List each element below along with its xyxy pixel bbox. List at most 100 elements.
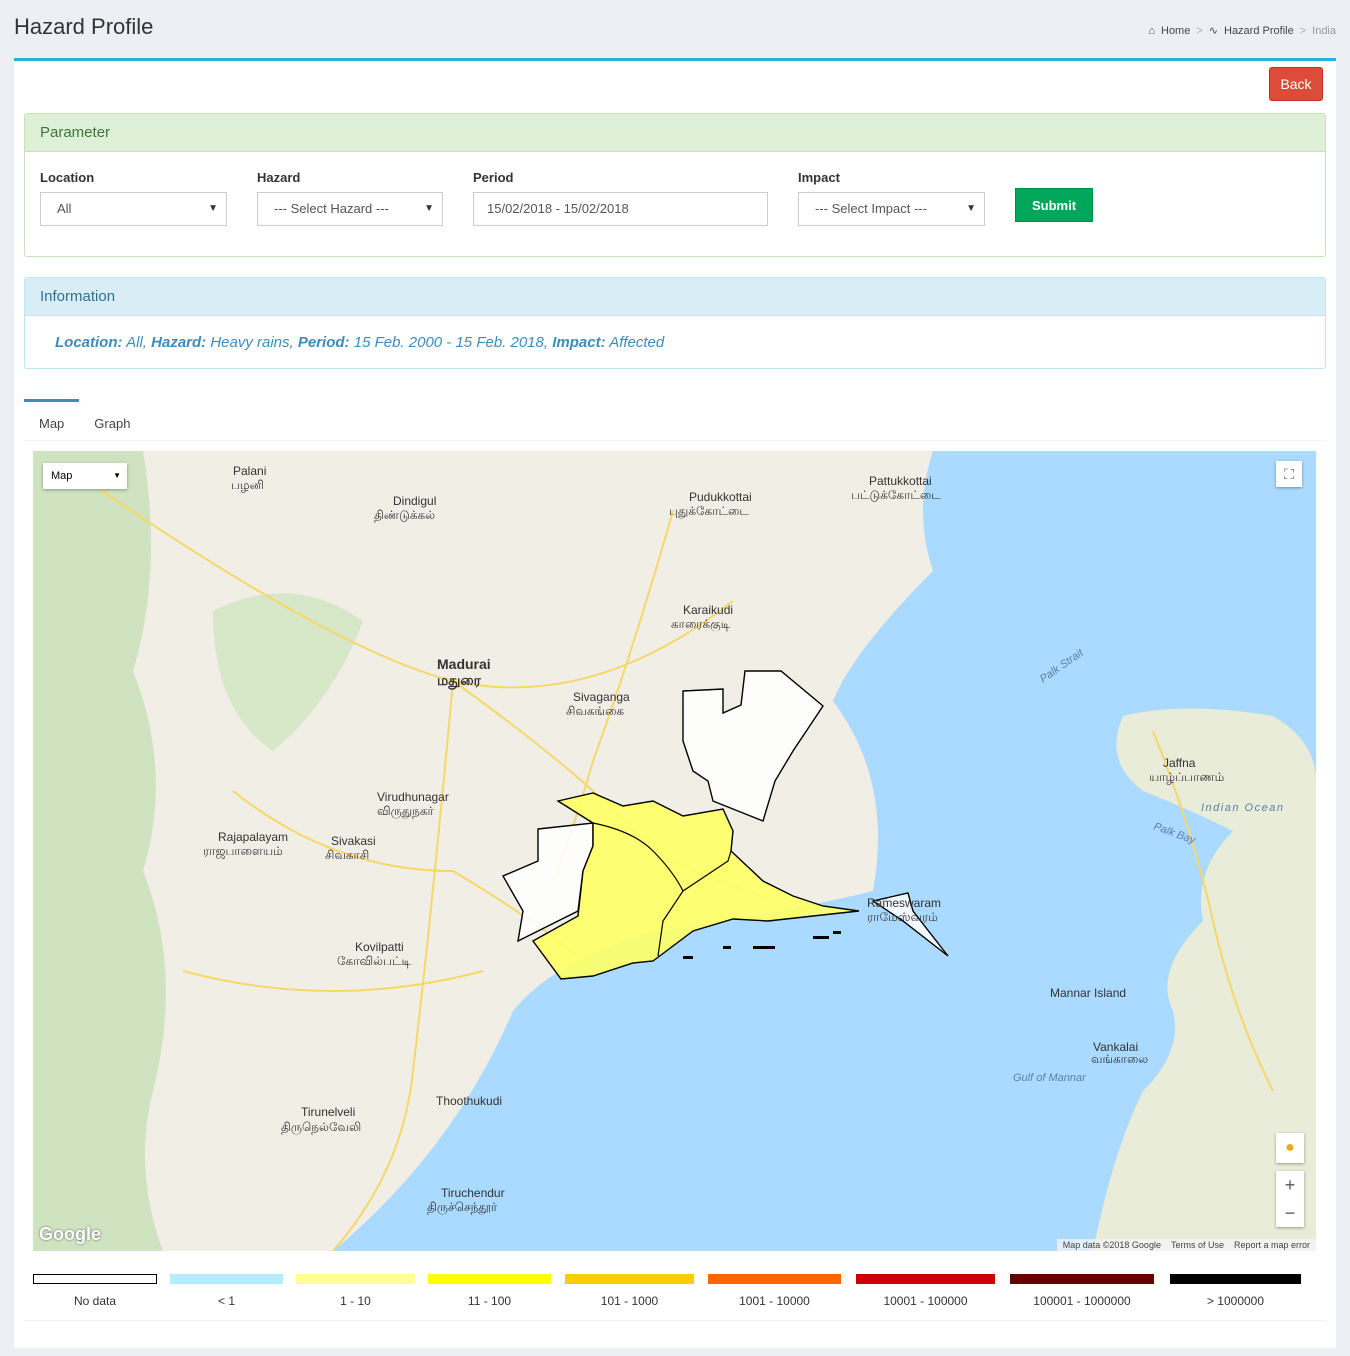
place-label-virudhunagar-ta: விருதுநகர் [377, 804, 435, 819]
terms-link[interactable]: Terms of Use [1171, 1240, 1224, 1250]
impact-select[interactable]: --- Select Impact --- ▼ [798, 192, 985, 226]
google-logo: Google [39, 1224, 101, 1244]
legend-swatch [428, 1274, 551, 1284]
period-value: 15/02/2018 - 15/02/2018 [487, 201, 629, 216]
information-heading: Information [25, 278, 1325, 316]
parameter-panel: Parameter Location All ▼ Hazard --- Sele… [24, 113, 1326, 257]
place-label-mannar: Mannar Island [1050, 986, 1126, 1000]
place-label-kovilpatti-ta: கோவில்பட்டி [337, 954, 412, 968]
place-label-karaikudi: Karaikudi [683, 603, 733, 617]
place-label-rameswaram: Rameswaram [867, 896, 941, 910]
map-type-select[interactable]: Map ▼ [43, 463, 127, 489]
place-label-dindigul: Dindigul [393, 494, 436, 508]
place-label-pudukkottai: Pudukkottai [689, 490, 752, 504]
hazard-map[interactable]: Palani பழனி Dindigul திண்டுக்கல் Madurai… [33, 451, 1316, 1251]
legend-swatch [1170, 1274, 1301, 1284]
back-button[interactable]: Back [1269, 67, 1323, 101]
legend-label: No data [73, 1294, 117, 1308]
legend-item: No data [33, 1274, 157, 1308]
impact-label: Impact [798, 170, 840, 185]
breadcrumb: ⌂ Home > ∿ Hazard Profile > India [1148, 24, 1336, 38]
place-label-madurai-ta: மதுரை [437, 672, 482, 689]
impact-field: Impact --- Select Impact --- ▼ [798, 170, 985, 226]
place-label-palani-ta: பழனி [231, 478, 264, 492]
legend-swatch [708, 1274, 841, 1284]
caret-down-icon: ▼ [966, 203, 976, 214]
information-panel: Information Location: All, Hazard: Heavy… [24, 277, 1326, 369]
legend-swatch [33, 1274, 157, 1284]
location-value: All [57, 201, 72, 216]
legend-swatch [565, 1274, 694, 1284]
legend-swatch [296, 1274, 415, 1284]
fullscreen-icon[interactable]: ⛶ [1276, 461, 1302, 487]
info-impact-value: Affected [609, 334, 665, 351]
caret-down-icon: ▼ [424, 203, 434, 214]
legend-item: > 1000000 [1170, 1274, 1301, 1308]
info-location-value: All, [126, 334, 147, 351]
place-label-sivaganga-ta: சிவகங்கை [566, 704, 624, 718]
tab-graph[interactable]: Graph [79, 399, 145, 441]
water-label-gulf-of-mannar: Gulf of Mannar [1013, 1072, 1087, 1084]
place-label-pattukkottai: Pattukkottai [869, 474, 932, 488]
place-label-madurai: Madurai [437, 656, 491, 672]
view-tabs: Map Graph [24, 399, 1326, 441]
legend-item: 10001 - 100000 [856, 1274, 995, 1308]
place-label-rameswaram-ta: ராமேஸ்வரம் [867, 910, 938, 924]
place-label-vankalai-ta: வங்காலை [1091, 1052, 1148, 1066]
legend-label: 1001 - 10000 [739, 1294, 810, 1308]
legend-label: 101 - 1000 [600, 1294, 659, 1308]
place-label-virudhunagar: Virudhunagar [377, 790, 449, 804]
legend-label: 1 - 10 [340, 1294, 371, 1308]
place-label-pattukkottai-ta: பட்டுக்கோட்டை [851, 488, 941, 502]
location-field: Location All ▼ [40, 170, 227, 226]
breadcrumb-hazard-profile[interactable]: Hazard Profile [1224, 25, 1294, 37]
place-label-palani: Palani [233, 464, 266, 478]
zoom-out-button[interactable]: − [1276, 1199, 1304, 1227]
legend-item: 1 - 10 [296, 1274, 415, 1308]
submit-button[interactable]: Submit [1015, 188, 1093, 222]
legend-swatch [856, 1274, 995, 1284]
place-label-tirunelveli: Tirunelveli [301, 1105, 355, 1119]
legend-label: < 1 [217, 1294, 235, 1308]
legend-item: 1001 - 10000 [708, 1274, 841, 1308]
legend-swatch [170, 1274, 283, 1284]
report-error-link[interactable]: Report a map error [1234, 1240, 1310, 1250]
place-label-tiruchendur-ta: திருச்செந்தூர் [427, 1200, 498, 1215]
place-label-jaffna: Jaffna [1163, 756, 1196, 770]
legend-label: 11 - 100 [467, 1294, 512, 1308]
water-label-indian-ocean: Indian Ocean [1201, 802, 1284, 814]
place-label-rajapalayam-ta: ராஜபாளையம் [203, 844, 283, 859]
info-impact-key: Impact: [552, 334, 606, 351]
legend-swatch [1010, 1274, 1154, 1284]
tab-map[interactable]: Map [24, 399, 80, 441]
legend-label: 10001 - 100000 [883, 1294, 968, 1308]
period-input[interactable]: 15/02/2018 - 15/02/2018 [473, 192, 768, 226]
main-box: Back Parameter Location All ▼ Hazard ---… [14, 58, 1336, 1348]
legend-label: > 1000000 [1206, 1294, 1265, 1308]
zoom-control: + − [1276, 1171, 1304, 1227]
info-hazard-key: Hazard: [151, 334, 207, 351]
place-label-pudukkottai-ta: புதுக்கோட்டை [669, 504, 749, 519]
legend-item: 100001 - 1000000 [1010, 1274, 1154, 1308]
caret-down-icon: ▼ [208, 203, 218, 214]
hazard-value: --- Select Hazard --- [274, 201, 389, 216]
hazard-select[interactable]: --- Select Hazard --- ▼ [257, 192, 443, 226]
breadcrumb-home[interactable]: Home [1161, 25, 1190, 37]
info-hazard-value: Heavy rains, [210, 334, 294, 351]
zoom-in-button[interactable]: + [1276, 1171, 1304, 1199]
page-title: Hazard Profile [14, 14, 154, 39]
breadcrumb-separator: > [1196, 24, 1203, 37]
forest-patch [33, 451, 166, 1251]
street-view-pegman-icon[interactable]: ● [1276, 1133, 1304, 1163]
legend-item: 101 - 1000 [565, 1274, 694, 1308]
place-label-sivaganga: Sivaganga [573, 690, 630, 704]
map-data-credit: Map data ©2018 Google [1062, 1240, 1161, 1250]
location-select[interactable]: All ▼ [40, 192, 227, 226]
legend-label: 100001 - 1000000 [1033, 1294, 1131, 1308]
hazard-label: Hazard [257, 170, 301, 185]
impact-legend: No data < 1 1 - 10 11 - 100 101 - 1000 1… [33, 1274, 1316, 1334]
map-type-label: Map [51, 470, 73, 482]
place-label-dindigul-ta: திண்டுக்கல் [374, 508, 435, 522]
map-canvas: Palani பழனி Dindigul திண்டுக்கல் Madurai… [33, 451, 1316, 1251]
place-label-karaikudi-ta: காரைக்குடி [671, 617, 731, 631]
